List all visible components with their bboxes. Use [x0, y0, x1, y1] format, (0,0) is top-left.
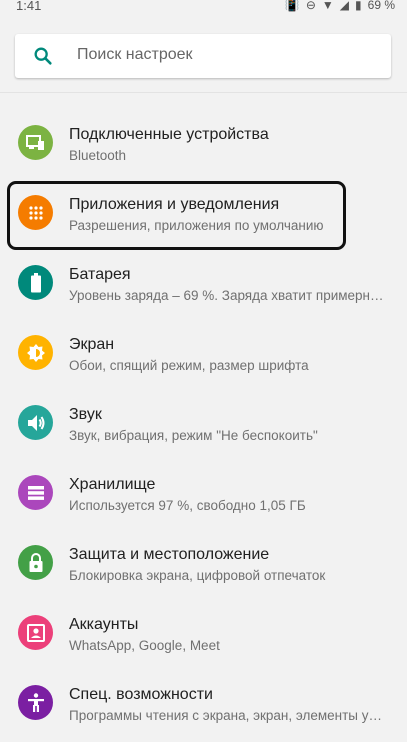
storage-icon: [18, 475, 53, 510]
item-title: Батарея: [69, 266, 131, 283]
search-placeholder: Поиск настроек: [77, 46, 193, 63]
wifi-icon: ▼: [321, 0, 334, 12]
devices-icon: [18, 125, 53, 160]
item-title: Подключенные устройства: [69, 126, 269, 143]
dnd-icon: ⊖: [305, 0, 316, 12]
item-subtitle: Уровень заряда – 69 %. Заряда хватит при…: [69, 288, 384, 303]
settings-item-accessibility[interactable]: Спец. возможности Программы чтения с экр…: [0, 672, 407, 742]
settings-item-display[interactable]: Экран Обои, спящий режим, размер шрифта: [0, 322, 407, 392]
settings-item-storage[interactable]: Хранилище Используется 97 %, свободно 1,…: [0, 462, 407, 532]
account-icon: [18, 615, 53, 650]
signal-icon: ◢: [339, 0, 350, 12]
item-subtitle: Программы чтения с экрана, экран, элемен…: [69, 708, 382, 723]
settings-item-connected-devices[interactable]: Подключенные устройства Bluetooth: [0, 112, 407, 182]
search-area: Поиск настроек: [0, 14, 407, 93]
settings-item-accounts[interactable]: Аккаунты WhatsApp, Google, Meet: [0, 602, 407, 672]
vibrate-icon: 📳: [284, 0, 300, 12]
item-title: Спец. возможности: [69, 686, 213, 703]
item-subtitle: Блокировка экрана, цифровой отпечаток: [69, 568, 326, 583]
item-title: Хранилище: [69, 476, 156, 493]
highlight-frame: [7, 181, 346, 250]
status-bar: 1:41 📳 ⊖ ▼ ◢ ▮ 69 %: [0, 0, 407, 14]
item-subtitle: Звук, вибрация, режим "Не беспокоить": [69, 428, 318, 443]
volume-icon: [18, 405, 53, 440]
battery-status-icon: ▮: [355, 0, 362, 12]
item-subtitle: Обои, спящий режим, размер шрифта: [69, 358, 309, 373]
brightness-icon: [18, 335, 53, 370]
accessibility-icon: [18, 685, 53, 720]
item-subtitle: WhatsApp, Google, Meet: [69, 638, 220, 653]
item-subtitle: Bluetooth: [69, 148, 127, 163]
battery-icon: [18, 265, 53, 300]
item-title: Звук: [69, 406, 102, 423]
search-input[interactable]: Поиск настроек: [15, 34, 391, 78]
settings-item-battery[interactable]: Батарея Уровень заряда – 69 %. Заряда хв…: [0, 252, 407, 322]
battery-percent: 69 %: [367, 0, 395, 12]
settings-item-security[interactable]: Защита и местоположение Блокировка экран…: [0, 532, 407, 602]
settings-item-sound[interactable]: Звук Звук, вибрация, режим "Не беспокоит…: [0, 392, 407, 462]
item-subtitle: Используется 97 %, свободно 1,05 ГБ: [69, 498, 306, 513]
lock-icon: [18, 545, 53, 580]
item-title: Аккаунты: [69, 616, 139, 633]
item-title: Экран: [69, 336, 115, 353]
status-icons: 📳 ⊖ ▼ ◢ ▮ 69 %: [285, 0, 395, 12]
status-time: 1:41: [16, 0, 42, 13]
search-icon: [34, 47, 52, 65]
item-title: Защита и местоположение: [69, 546, 270, 563]
